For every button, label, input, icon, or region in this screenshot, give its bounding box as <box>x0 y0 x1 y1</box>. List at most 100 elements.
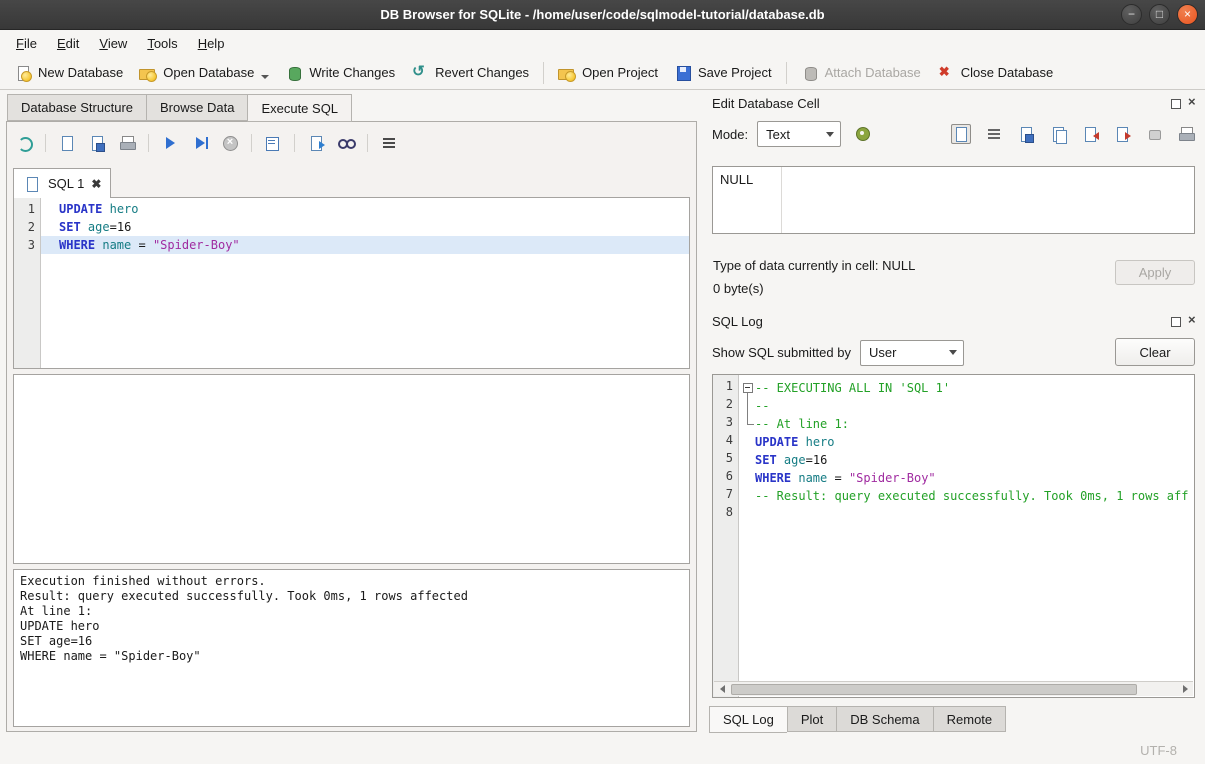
write-changes-label: Write Changes <box>309 65 395 80</box>
fold-marker-icon[interactable] <box>741 379 755 397</box>
editor-code[interactable]: UPDATE heroSET age=16WHERE name = "Spide… <box>41 198 689 368</box>
close-panel-icon[interactable] <box>1186 315 1199 328</box>
tab-execute-sql[interactable]: Execute SQL <box>247 94 352 122</box>
menu-tools[interactable]: Tools <box>137 33 187 54</box>
minimize-button[interactable]: − <box>1121 4 1142 25</box>
fold-marker-icon[interactable] <box>741 415 755 433</box>
set-null-icon <box>1145 125 1163 143</box>
apply-button: Apply <box>1115 260 1195 285</box>
save-project-icon <box>674 64 692 82</box>
tab-database-structure[interactable]: Database Structure <box>7 94 146 121</box>
open-project-button[interactable]: Open Project <box>550 60 666 86</box>
dock-tab-plot[interactable]: Plot <box>787 706 836 732</box>
line-number: 2 <box>713 395 733 413</box>
sql-log-view[interactable]: 12345678 -- EXECUTING ALL IN 'SQL 1'----… <box>712 374 1195 698</box>
save-sql-file-as-icon[interactable] <box>88 134 106 152</box>
code-line-4: UPDATE hero <box>739 433 1194 451</box>
dock-tab-db-schema[interactable]: DB Schema <box>836 706 932 732</box>
save-as-button[interactable] <box>1017 125 1035 143</box>
submitted-by-select[interactable]: User <box>860 340 964 366</box>
fold-spacer <box>741 487 755 505</box>
revert-changes-button[interactable]: Revert Changes <box>403 60 537 86</box>
import-data-button[interactable] <box>1081 125 1099 143</box>
fold-spacer <box>741 433 755 451</box>
set-null-button[interactable] <box>1145 125 1163 143</box>
tab-browse-data[interactable]: Browse Data <box>146 94 247 121</box>
word-wrap-button[interactable] <box>985 125 1003 143</box>
chevron-down-icon <box>826 132 834 137</box>
close-panel-icon[interactable] <box>1186 97 1199 110</box>
log-gutter: 12345678 <box>713 375 739 697</box>
line-number: 5 <box>713 449 733 467</box>
undock-icon[interactable] <box>1169 97 1182 110</box>
save-project-button[interactable]: Save Project <box>666 60 780 86</box>
close-button[interactable]: × <box>1177 4 1198 25</box>
results-grid[interactable] <box>13 374 690 564</box>
execute-current-line-icon[interactable] <box>191 134 209 152</box>
undock-icon[interactable] <box>1169 315 1182 328</box>
toolbar-separator <box>786 62 787 84</box>
menu-help[interactable]: Help <box>188 33 235 54</box>
new-database-label: New Database <box>38 65 123 80</box>
close-database-label: Close Database <box>961 65 1054 80</box>
line-number: 3 <box>14 236 35 254</box>
open-database-button[interactable]: Open Database <box>131 60 277 86</box>
sql-tab[interactable]: SQL 1 ✖ <box>13 168 111 198</box>
line-number: 7 <box>713 485 733 503</box>
save-sql-file-icon[interactable] <box>58 134 76 152</box>
cell-editor[interactable]: NULL <box>712 166 1195 234</box>
window-title: DB Browser for SQLite - /home/user/code/… <box>380 7 824 22</box>
menu-file[interactable]: File <box>6 33 47 54</box>
copy-cell-button[interactable] <box>1049 125 1067 143</box>
line-number: 4 <box>713 431 733 449</box>
chevron-down-icon <box>949 350 957 355</box>
scroll-right-button[interactable] <box>1177 682 1193 696</box>
find-replace-icon[interactable] <box>337 134 355 152</box>
mode-select[interactable]: Text <box>757 121 841 147</box>
export-results-icon[interactable] <box>264 134 282 152</box>
scroll-left-button[interactable] <box>714 682 730 696</box>
fold-spacer <box>741 505 755 523</box>
scrollbar-thumb[interactable] <box>731 684 1137 695</box>
fold-marker-icon[interactable] <box>741 397 755 415</box>
import-data-icon <box>1081 125 1099 143</box>
open-sql-file-icon[interactable] <box>15 134 33 152</box>
export-data-button[interactable] <box>1113 125 1131 143</box>
menu-edit[interactable]: Edit <box>47 33 89 54</box>
code-line-6: WHERE name = "Spider-Boy" <box>739 469 1194 487</box>
encoding-label: UTF-8 <box>1140 743 1177 758</box>
maximize-button[interactable]: □ <box>1149 4 1170 25</box>
attach-database-icon <box>801 64 819 82</box>
horizontal-scrollbar[interactable] <box>714 681 1193 696</box>
execute-all-icon[interactable] <box>161 134 179 152</box>
stop-execution-icon[interactable] <box>221 134 239 152</box>
code-line-2: -- <box>739 397 1194 415</box>
toolbar-separator <box>148 134 149 152</box>
open-project-icon <box>558 64 576 82</box>
code-line-5: SET age=16 <box>739 451 1194 469</box>
dropdown-caret-icon <box>261 75 269 79</box>
dock-tab-sql-log[interactable]: SQL Log <box>709 706 787 733</box>
sql-editor[interactable]: 123 UPDATE heroSET age=16WHERE name = "S… <box>13 197 690 369</box>
gear-icon <box>854 125 872 143</box>
sql-log-title: SQL Log <box>712 314 1165 329</box>
submitted-by-value: User <box>869 345 941 360</box>
close-tab-icon[interactable]: ✖ <box>91 177 101 191</box>
dock-tab-remote[interactable]: Remote <box>933 706 1007 732</box>
titlebar: DB Browser for SQLite - /home/user/code/… <box>0 0 1205 30</box>
import-button[interactable] <box>850 121 876 147</box>
copy-cell-icon <box>1049 125 1067 143</box>
text-mode-button[interactable] <box>951 124 971 144</box>
cell-type-text: Type of data currently in cell: NULL <box>713 258 915 273</box>
print-cell-button[interactable] <box>1177 125 1195 143</box>
close-database-button[interactable]: Close Database <box>929 60 1062 86</box>
sql-file-icon <box>23 175 41 193</box>
write-changes-button[interactable]: Write Changes <box>277 60 403 86</box>
sql-tab-bar: SQL 1 ✖ <box>13 168 111 198</box>
new-database-button[interactable]: New Database <box>6 60 131 86</box>
clear-button[interactable]: Clear <box>1115 338 1195 366</box>
print-sql-icon[interactable] <box>118 134 136 152</box>
open-query-icon[interactable] <box>307 134 325 152</box>
toggle-results-view-icon[interactable] <box>380 134 398 152</box>
menu-view[interactable]: View <box>89 33 137 54</box>
